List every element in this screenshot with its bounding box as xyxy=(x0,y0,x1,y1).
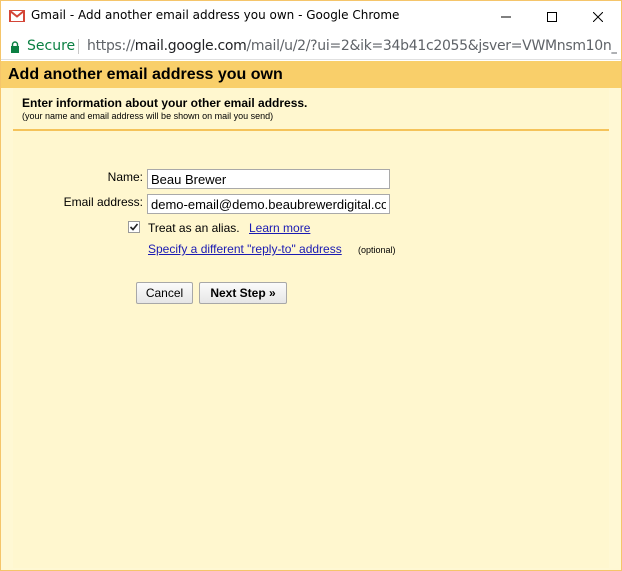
address-separator xyxy=(78,39,79,54)
name-label: Name: xyxy=(107,170,143,184)
page-content: Add another email address you own Enter … xyxy=(1,61,621,570)
alias-checkbox[interactable] xyxy=(128,221,140,233)
window-title: Gmail - Add another email address you ow… xyxy=(31,8,400,22)
form-panel: Enter information about your other email… xyxy=(13,88,609,568)
maximize-icon xyxy=(547,11,557,22)
reply-to-link[interactable]: Specify a different "reply-to" address xyxy=(148,242,342,256)
gmail-logo-icon xyxy=(8,9,26,22)
divider xyxy=(13,129,609,131)
optional-label: (optional) xyxy=(358,245,396,255)
checkmark-icon xyxy=(129,223,139,231)
intro-title: Enter information about your other email… xyxy=(22,96,308,110)
email-input[interactable] xyxy=(147,194,390,214)
url-host: mail.google.com xyxy=(134,38,247,54)
close-icon xyxy=(593,11,603,22)
cancel-button[interactable]: Cancel xyxy=(136,282,193,304)
close-button[interactable] xyxy=(575,1,621,32)
minimize-button[interactable] xyxy=(483,1,529,32)
name-input[interactable] xyxy=(147,169,390,189)
address-bar[interactable]: Secure https://mail.google.com/mail/u/2/… xyxy=(1,32,621,60)
page-header: Add another email address you own xyxy=(1,61,621,88)
url-scheme: https:// xyxy=(87,38,135,54)
lock-icon[interactable] xyxy=(10,40,20,53)
learn-more-link[interactable]: Learn more xyxy=(249,221,310,235)
minimize-icon xyxy=(501,16,511,17)
page-title: Add another email address you own xyxy=(8,66,283,83)
url-text[interactable]: https://mail.google.com/mail/u/2/?ui=2&i… xyxy=(87,38,617,54)
maximize-button[interactable] xyxy=(529,1,575,32)
secure-label[interactable]: Secure xyxy=(27,38,75,54)
browser-window: Gmail - Add another email address you ow… xyxy=(0,0,622,571)
title-bar: Gmail - Add another email address you ow… xyxy=(1,1,621,32)
intro-subtitle: (your name and email address will be sho… xyxy=(22,111,274,121)
url-path: /mail/u/2/?ui=2&ik=34b41c2055&jsver=VWMn… xyxy=(246,38,617,54)
email-label: Email address: xyxy=(63,195,143,209)
alias-label[interactable]: Treat as an alias. xyxy=(148,221,240,235)
next-step-button[interactable]: Next Step » xyxy=(199,282,287,304)
